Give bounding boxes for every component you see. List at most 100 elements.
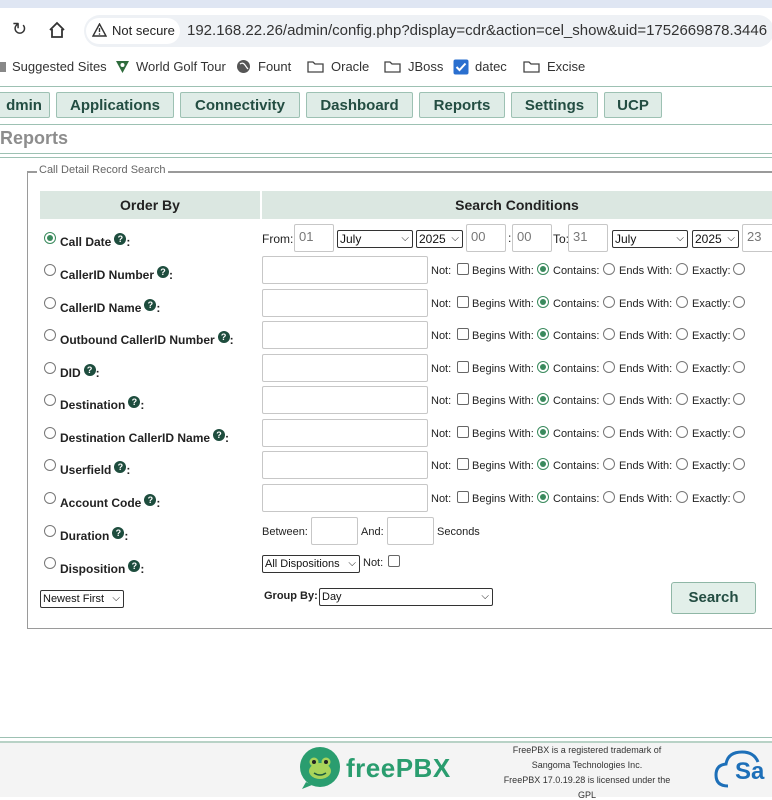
match-radio-contains[interactable] [603, 393, 615, 405]
to-year-select[interactable]: 2025 ⌵ [692, 230, 739, 248]
bookmark-oracle[interactable]: Oracle [331, 59, 369, 74]
to-day-input[interactable]: 31 [568, 224, 608, 252]
from-hour-input[interactable]: 00 [466, 224, 506, 252]
match-radio-ends-with[interactable] [676, 361, 688, 373]
help-icon[interactable]: ? [128, 396, 141, 408]
to-hour-input[interactable]: 23 [742, 224, 772, 252]
order-radio-callerid-name[interactable] [44, 297, 56, 309]
match-radio-ends-with[interactable] [676, 296, 688, 308]
match-radio-ends-with[interactable] [676, 263, 688, 275]
duration-max-input[interactable] [387, 517, 434, 545]
bookmark-suggested-sites[interactable]: Suggested Sites [12, 59, 107, 74]
match-radio-ends-with[interactable] [676, 491, 688, 503]
order-radio-call-date[interactable] [44, 232, 56, 244]
help-icon[interactable]: ? [217, 331, 230, 343]
match-radio-contains[interactable] [603, 458, 615, 470]
to-month-select[interactable]: July ⌵ [612, 230, 688, 248]
did-input[interactable] [262, 354, 428, 382]
help-icon[interactable]: ? [83, 364, 96, 376]
nav-applications[interactable]: Applications [56, 92, 174, 118]
match-radio-contains[interactable] [603, 426, 615, 438]
nav-dashboard[interactable]: Dashboard [306, 92, 413, 118]
help-icon[interactable]: ? [128, 560, 141, 572]
order-radio-duration[interactable] [44, 525, 56, 537]
duration-min-input[interactable] [311, 517, 358, 545]
url-text[interactable]: 192.168.22.26/admin/config.php?display=c… [187, 22, 767, 39]
not-checkbox[interactable] [457, 393, 469, 405]
sort-order-select[interactable]: Newest First ⌵ [40, 590, 124, 608]
callerid-name-input[interactable] [262, 289, 428, 317]
reload-icon[interactable]: ↻ [12, 19, 27, 40]
disposition-not-checkbox[interactable] [388, 555, 400, 567]
not-checkbox[interactable] [457, 296, 469, 308]
not-checkbox[interactable] [457, 328, 469, 340]
nav-settings[interactable]: Settings [511, 92, 598, 118]
match-radio-contains[interactable] [603, 328, 615, 340]
help-icon[interactable]: ? [114, 233, 127, 245]
match-radio-exactly[interactable] [733, 491, 745, 503]
order-radio-account-code[interactable] [44, 492, 56, 504]
outbound-callerid-number-input[interactable] [262, 321, 428, 349]
help-icon[interactable]: ? [213, 429, 226, 441]
group-by-select[interactable]: Day ⌵ [319, 588, 493, 606]
callerid-number-input[interactable] [262, 256, 428, 284]
order-radio-destination-callerid-name[interactable] [44, 427, 56, 439]
from-min-input[interactable]: 00 [512, 224, 552, 252]
help-icon[interactable]: ? [157, 266, 170, 278]
match-radio-begins-with[interactable] [537, 491, 549, 503]
bookmark-fount[interactable]: Fount [258, 59, 291, 74]
match-radio-exactly[interactable] [733, 328, 745, 340]
nav-connectivity[interactable]: Connectivity [180, 92, 300, 118]
match-radio-exactly[interactable] [733, 361, 745, 373]
userfield-input[interactable] [262, 451, 428, 479]
match-radio-exactly[interactable] [733, 393, 745, 405]
destination-callerid-name-input[interactable] [262, 419, 428, 447]
not-checkbox[interactable] [457, 361, 469, 373]
order-radio-disposition[interactable] [44, 557, 56, 569]
match-radio-contains[interactable] [603, 491, 615, 503]
nav-admin[interactable]: dmin [0, 92, 50, 118]
match-radio-ends-with[interactable] [676, 458, 688, 470]
match-radio-begins-with[interactable] [537, 393, 549, 405]
bookmark-world-golf-tour[interactable]: World Golf Tour [136, 59, 226, 74]
bookmark-jboss[interactable]: JBoss [408, 59, 443, 74]
bookmark-datec[interactable]: datec [475, 59, 507, 74]
match-radio-ends-with[interactable] [676, 328, 688, 340]
order-radio-destination[interactable] [44, 394, 56, 406]
match-radio-contains[interactable] [603, 361, 615, 373]
match-radio-exactly[interactable] [733, 458, 745, 470]
match-radio-ends-with[interactable] [676, 426, 688, 438]
match-radio-begins-with[interactable] [537, 263, 549, 275]
match-radio-begins-with[interactable] [537, 458, 549, 470]
match-radio-begins-with[interactable] [537, 426, 549, 438]
help-icon[interactable]: ? [114, 461, 127, 473]
order-radio-userfield[interactable] [44, 459, 56, 471]
not-checkbox[interactable] [457, 426, 469, 438]
from-year-select[interactable]: 2025 ⌵ [416, 230, 463, 248]
not-checkbox[interactable] [457, 458, 469, 470]
not-checkbox[interactable] [457, 263, 469, 275]
help-icon[interactable]: ? [144, 494, 157, 506]
match-radio-contains[interactable] [603, 296, 615, 308]
disposition-select[interactable]: All Dispositions ⌵ [262, 555, 360, 573]
match-radio-exactly[interactable] [733, 426, 745, 438]
order-radio-did[interactable] [44, 362, 56, 374]
search-button[interactable]: Search [671, 582, 756, 614]
order-radio-callerid-number[interactable] [44, 264, 56, 276]
home-icon[interactable] [48, 21, 66, 39]
bookmark-excise[interactable]: Excise [547, 59, 585, 74]
account-code-input[interactable] [262, 484, 428, 512]
match-radio-exactly[interactable] [733, 296, 745, 308]
order-radio-outbound-callerid-number[interactable] [44, 329, 56, 341]
help-icon[interactable]: ? [144, 299, 157, 311]
nav-ucp[interactable]: UCP [604, 92, 662, 118]
match-radio-contains[interactable] [603, 263, 615, 275]
from-day-input[interactable]: 01 [294, 224, 334, 252]
match-radio-ends-with[interactable] [676, 393, 688, 405]
from-month-select[interactable]: July ⌵ [337, 230, 413, 248]
match-radio-begins-with[interactable] [537, 296, 549, 308]
help-icon[interactable]: ? [112, 527, 125, 539]
nav-reports[interactable]: Reports [419, 92, 505, 118]
match-radio-begins-with[interactable] [537, 328, 549, 340]
match-radio-begins-with[interactable] [537, 361, 549, 373]
